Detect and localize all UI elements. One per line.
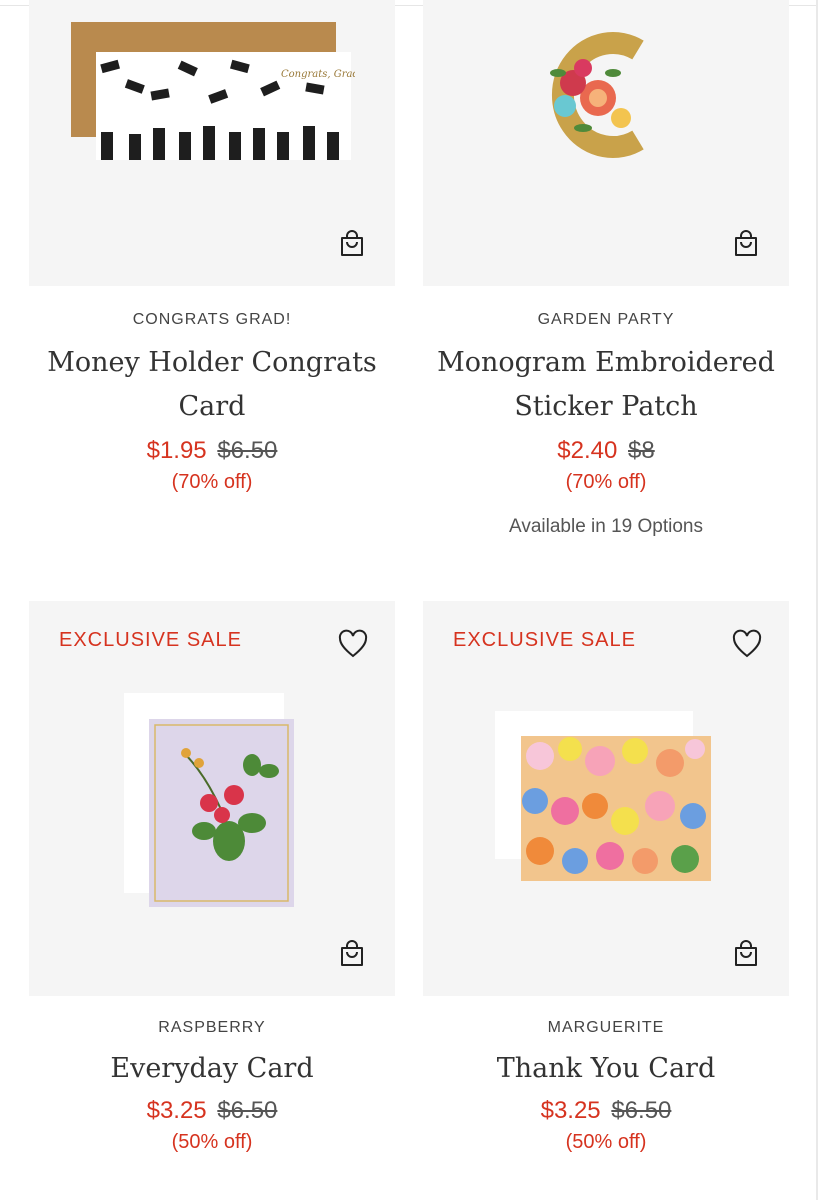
product-category: GARDEN PARTY [537,311,675,328]
sale-price: $1.95 [146,437,207,464]
product-title[interactable]: Everyday Card [29,1047,395,1091]
product-price: $1.95 $6.50 [29,437,395,465]
shopping-bag-icon[interactable] [733,230,759,258]
heart-icon[interactable] [731,629,763,659]
product-category: RASPBERRY [158,1019,266,1036]
original-price: $6.50 [217,437,278,464]
discount-label: (50% off) [565,1131,647,1153]
shopping-bag-icon[interactable] [339,940,365,968]
sale-price: $3.25 [146,1097,207,1124]
product-title-line1[interactable]: Thank You Card [423,1047,789,1091]
discount-label: (70% off) [171,471,253,493]
discount-label: (50% off) [171,1131,253,1153]
shopping-bag-icon[interactable] [733,940,759,968]
product-price: $3.25 $6.50 [423,1097,789,1125]
monogram-c-patch-image[interactable] [543,28,663,163]
exclusive-sale-badge: EXCLUSIVE SALE [59,629,242,651]
shopping-bag-icon[interactable] [339,230,365,258]
product-category: MARGUERITE [547,1019,665,1036]
product-image-area[interactable]: Congrats, Grad! [29,0,395,286]
exclusive-sale-badge: EXCLUSIVE SALE [453,629,636,651]
product-title-line2[interactable]: Card [29,385,395,429]
graduation-card-image[interactable]: Congrats, Grad! [71,22,355,162]
product-title[interactable]: Monogram Embroidered Sticker Patch [423,341,789,429]
product-card-money-holder[interactable]: Congrats, Grad! CONGRATS GRAD! Money Hol… [29,0,395,494]
product-card-monogram-patch[interactable]: GARDEN PARTY Monogram Embroidered Sticke… [423,0,789,538]
floral-card-image[interactable] [495,711,713,883]
product-image-area[interactable]: EXCLUSIVE SALE [423,601,789,996]
product-title-line1[interactable]: Everyday Card [29,1047,395,1091]
product-category: CONGRATS GRAD! [132,311,292,328]
product-card-raspberry[interactable]: EXCLUSIVE SALE RASPBERRY Everyday Card $… [29,601,395,1154]
original-price: $6.50 [217,1097,278,1124]
original-price: $8 [628,437,655,464]
product-title[interactable]: Thank You Card [423,1047,789,1091]
product-price: $3.25 $6.50 [29,1097,395,1125]
original-price: $6.50 [611,1097,672,1124]
discount-label: (70% off) [565,471,647,493]
heart-icon[interactable] [337,629,369,659]
product-image-area[interactable]: EXCLUSIVE SALE [29,601,395,996]
product-price: $2.40 $8 [423,437,789,465]
options-count[interactable]: Available in 19 Options [423,516,789,538]
product-title[interactable]: Money Holder Congrats Card [29,341,395,429]
product-image-area[interactable] [423,0,789,286]
sale-price: $2.40 [557,437,618,464]
card-art-text: Congrats, Grad! [281,69,355,80]
sale-price: $3.25 [540,1097,601,1124]
product-title-line1[interactable]: Monogram Embroidered [423,341,789,385]
product-title-line1[interactable]: Money Holder Congrats [29,341,395,385]
product-title-line2[interactable]: Sticker Patch [423,385,789,429]
product-card-marguerite[interactable]: EXCLUSIVE SALE MARGUERITE Thank You Card… [423,601,789,1154]
raspberry-card-image[interactable] [124,693,299,908]
